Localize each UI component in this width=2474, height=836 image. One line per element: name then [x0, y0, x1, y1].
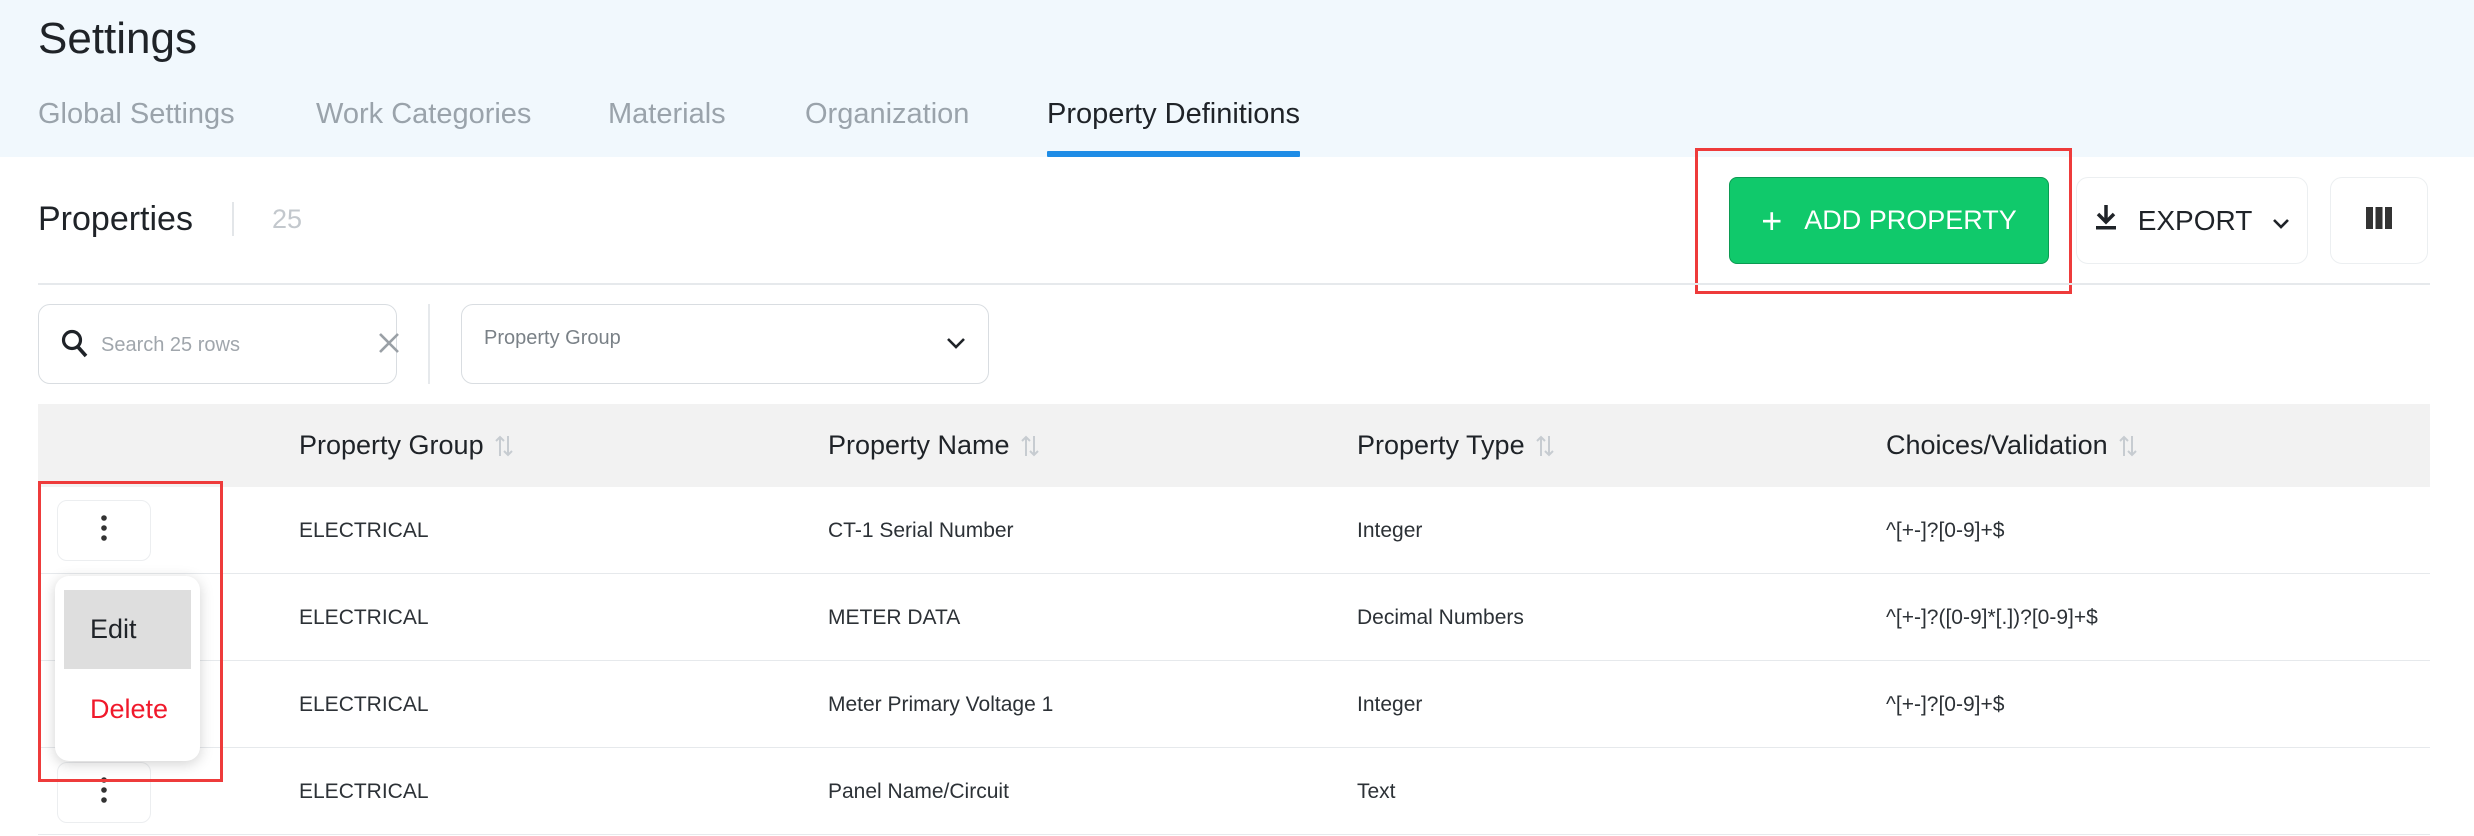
column-header-property-type[interactable]: Property Type [1357, 430, 1555, 461]
cell-choices-validation: ^[+-]?[0-9]+$ [1886, 519, 2005, 542]
sort-icon [494, 435, 513, 456]
columns-icon [2366, 207, 2392, 234]
table-row: ELECTRICAL Panel Name/Circuit Text [38, 748, 2430, 835]
cell-property-type: Integer [1357, 519, 1423, 542]
cell-property-group: ELECTRICAL [299, 519, 429, 542]
search-icon [61, 329, 89, 364]
cell-choices-validation: ^[+-]?[0-9]+$ [1886, 693, 2005, 716]
property-group-select[interactable]: Property Group [461, 304, 989, 384]
settings-header: Settings Global Settings Work Categories… [0, 0, 2474, 157]
column-header-property-name[interactable]: Property Name [828, 430, 1040, 461]
cell-property-type: Text [1357, 780, 1396, 803]
properties-title: Properties [38, 200, 193, 238]
add-property-button[interactable]: + ADD PROPERTY [1729, 177, 2049, 264]
properties-count: 25 [272, 204, 303, 234]
sort-icon [2118, 435, 2137, 456]
cell-property-name: Meter Primary Voltage 1 [828, 693, 1054, 716]
property-group-select-label: Property Group [484, 327, 621, 349]
cell-property-type: Decimal Numbers [1357, 606, 1524, 629]
clear-search-icon[interactable] [377, 331, 401, 360]
plus-icon: + [1761, 199, 1783, 241]
table-header: Property Group Property Name Property Ty… [38, 404, 2430, 487]
row-menu-highlight [38, 481, 223, 782]
page-title: Settings [38, 14, 197, 63]
download-icon [2094, 203, 2118, 238]
columns-button[interactable] [2330, 177, 2428, 264]
cell-property-group: ELECTRICAL [299, 693, 429, 716]
search-box [38, 304, 399, 384]
tab-global-settings[interactable]: Global Settings [38, 98, 235, 157]
toolbar-divider [38, 283, 2430, 285]
tab-work-categories[interactable]: Work Categories [316, 98, 531, 157]
cell-choices-validation: ^[+-]?([0-9]*[.])?[0-9]+$ [1886, 606, 2098, 629]
chevron-down-icon [2272, 205, 2290, 237]
chevron-down-icon [946, 337, 966, 355]
table-row: ELECTRICAL METER DATA Decimal Numbers ^[… [38, 574, 2430, 661]
column-header-property-group[interactable]: Property Group [299, 430, 514, 461]
column-header-choices-validation[interactable]: Choices/Validation [1886, 430, 2138, 461]
title-divider [232, 202, 234, 236]
sort-icon [1020, 435, 1039, 456]
cell-property-group: ELECTRICAL [299, 780, 429, 803]
search-input[interactable] [101, 325, 351, 365]
filter-divider [428, 304, 430, 384]
cell-property-type: Integer [1357, 693, 1423, 716]
cell-property-name: Panel Name/Circuit [828, 780, 1009, 803]
tab-organization[interactable]: Organization [805, 98, 969, 157]
tab-property-definitions[interactable]: Property Definitions [1047, 98, 1301, 157]
cell-property-group: ELECTRICAL [299, 606, 429, 629]
table-row: ELECTRICAL Meter Primary Voltage 1 Integ… [38, 661, 2430, 748]
sort-icon [1535, 435, 1554, 456]
export-button[interactable]: EXPORT [2076, 177, 2308, 264]
cell-property-name: CT-1 Serial Number [828, 519, 1014, 542]
export-label: EXPORT [2137, 204, 2253, 236]
tab-materials[interactable]: Materials [608, 98, 726, 157]
cell-property-name: METER DATA [828, 606, 961, 629]
add-property-label: ADD PROPERTY [1804, 205, 2017, 235]
table-row: ELECTRICAL CT-1 Serial Number Integer ^[… [38, 487, 2430, 574]
